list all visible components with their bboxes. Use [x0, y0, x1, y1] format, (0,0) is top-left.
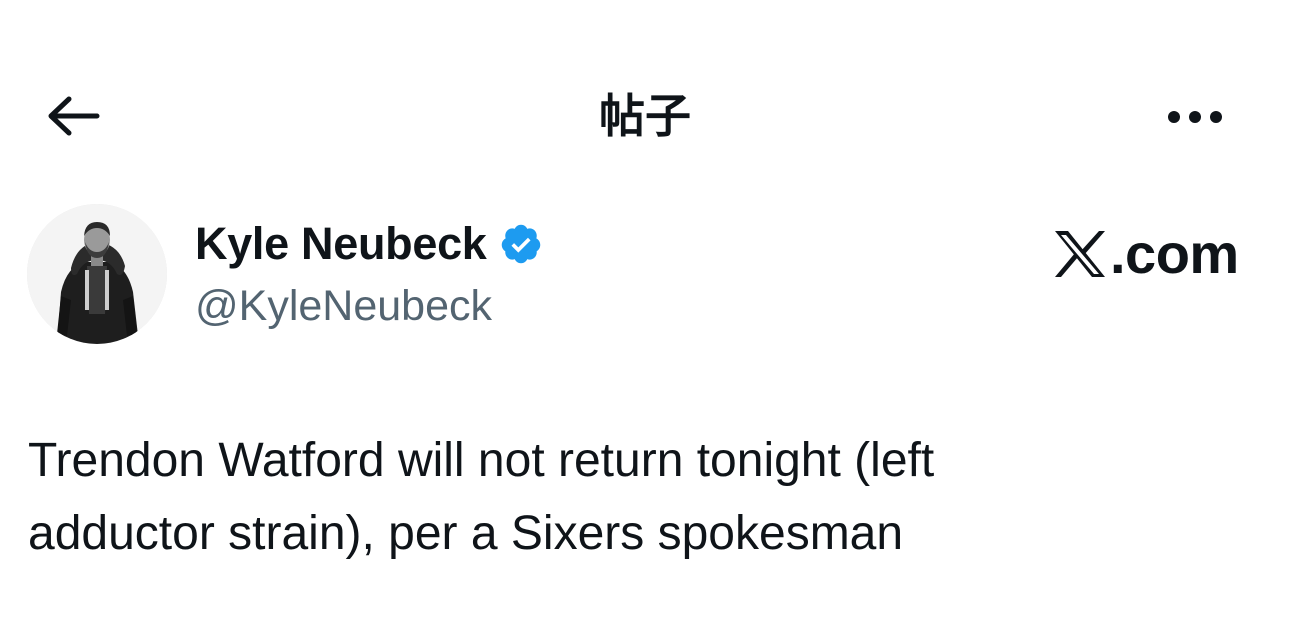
avatar-photo [27, 204, 167, 344]
author-name-row: Kyle Neubeck [195, 216, 543, 272]
avatar[interactable] [27, 204, 167, 344]
verified-badge-icon [499, 222, 543, 266]
post-text: Trendon Watford will not return tonight … [28, 424, 1258, 570]
brand-logo: .com [1052, 224, 1239, 284]
post-header: Kyle Neubeck @KyleNeubeck .com [0, 200, 1290, 350]
author-display-name[interactable]: Kyle Neubeck [195, 218, 487, 270]
post-text-line-1: Trendon Watford will not return tonight … [28, 434, 935, 487]
brand-domain-text: .com [1110, 222, 1239, 285]
more-horizontal-icon [1168, 111, 1222, 123]
x-logo-icon [1055, 231, 1105, 277]
more-options-button[interactable] [1160, 92, 1230, 142]
post-text-line-2: adductor strain), per a Sixers spokesman [28, 507, 904, 560]
top-nav-bar: 帖子 [0, 70, 1290, 162]
author-handle[interactable]: @KyleNeubeck [195, 280, 492, 332]
page-title: 帖子 [599, 89, 691, 143]
